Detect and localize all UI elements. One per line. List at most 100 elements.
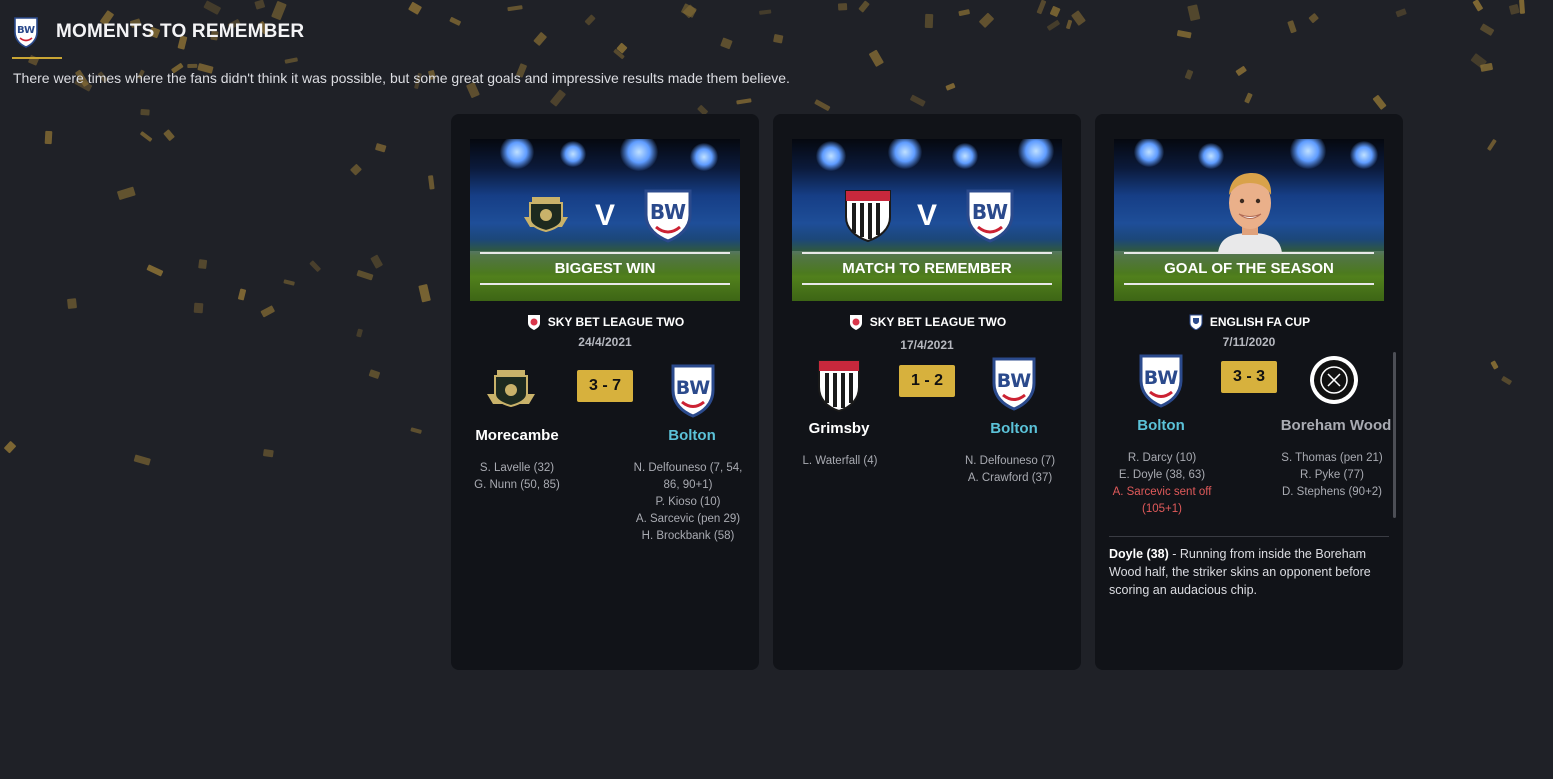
banner-label: MATCH TO REMEMBER bbox=[842, 260, 1012, 277]
bolton-crest-icon: BW bbox=[966, 189, 1014, 243]
scorer: S. Thomas (pen 21) bbox=[1281, 452, 1383, 464]
confetti-piece bbox=[309, 259, 321, 272]
confetti-piece bbox=[1490, 360, 1499, 370]
confetti-piece bbox=[284, 57, 299, 64]
confetti-piece bbox=[1176, 30, 1192, 39]
confetti-piece bbox=[1184, 69, 1194, 80]
confetti-piece bbox=[924, 13, 934, 29]
confetti-piece bbox=[549, 89, 566, 107]
away-scorers: N. Delfouneso (7) A. Crawford (37) bbox=[947, 453, 1073, 487]
home-scorers: L. Waterfall (4) bbox=[773, 453, 907, 470]
confetti-piece bbox=[719, 37, 733, 50]
home-team-name[interactable]: Morecambe bbox=[451, 427, 587, 444]
competition-row: ENGLISH FA CUP bbox=[1095, 313, 1403, 331]
banner-label: BIGGEST WIN bbox=[554, 260, 656, 277]
confetti-piece bbox=[410, 426, 423, 434]
confetti-piece bbox=[1519, 0, 1526, 14]
confetti-piece bbox=[613, 48, 626, 60]
confetti-piece bbox=[44, 130, 52, 144]
away-team-name[interactable]: Boreham Wood bbox=[1266, 417, 1403, 434]
home-team-name[interactable]: Grimsby bbox=[773, 420, 909, 437]
scorer: S. Lavelle (32) bbox=[479, 462, 555, 474]
confetti-piece bbox=[1287, 19, 1298, 34]
scrollbar[interactable] bbox=[1393, 352, 1396, 518]
scorer: A. Crawford (37) bbox=[967, 472, 1053, 484]
confetti-piece bbox=[193, 302, 205, 314]
confetti-piece bbox=[349, 163, 362, 176]
morecambe-crest-icon bbox=[487, 370, 535, 408]
confetti-piece bbox=[868, 49, 884, 68]
page-subtitle: There were times where the fans didn't t… bbox=[13, 70, 790, 86]
home-scorers: R. Darcy (10) E. Doyle (38, 63) A. Sarce… bbox=[1095, 450, 1229, 518]
confetti-piece bbox=[944, 83, 955, 91]
goal-scorer[interactable]: Doyle (38) bbox=[1109, 547, 1169, 561]
confetti-piece bbox=[408, 1, 423, 15]
scorer: N. Delfouneso (7) bbox=[964, 455, 1056, 467]
scorer: H. Brockbank (58) bbox=[641, 530, 735, 542]
league-two-icon bbox=[527, 314, 540, 330]
match-date: 17/4/2021 bbox=[900, 338, 954, 352]
confetti-piece bbox=[355, 270, 374, 281]
sent-off-note: A. Sarcevic sent off (105+1) bbox=[1112, 486, 1212, 515]
confetti-piece bbox=[1234, 66, 1247, 77]
stadium-banner: GOAL OF THE SEASON bbox=[1114, 139, 1384, 301]
fa-cup-icon bbox=[1189, 314, 1203, 330]
confetti-piece bbox=[1480, 23, 1495, 36]
divider bbox=[1109, 536, 1389, 537]
confetti-piece bbox=[1244, 92, 1253, 104]
moment-card-match-to-remember[interactable]: V BW MATCH TO REMEMBER SKY BET LEAGUE TW… bbox=[773, 114, 1081, 670]
score-badge: 3 - 3 bbox=[1221, 361, 1277, 393]
stadium-banner: V BW BIGGEST WIN bbox=[470, 139, 740, 301]
confetti-piece bbox=[355, 328, 363, 339]
scorer: G. Nunn (50, 85) bbox=[474, 479, 560, 491]
confetti-piece bbox=[736, 98, 753, 105]
svg-text:BW: BW bbox=[17, 25, 35, 36]
confetti-piece bbox=[428, 175, 435, 191]
scorer: E. Doyle (38, 63) bbox=[1118, 469, 1206, 481]
competition-row: SKY BET LEAGUE TWO bbox=[451, 313, 759, 331]
scorer: N. Delfouneso (7, 54, 86, 90+1) bbox=[633, 462, 743, 491]
confetti-piece bbox=[449, 17, 462, 27]
confetti-piece bbox=[1187, 4, 1201, 22]
confetti-piece bbox=[532, 31, 548, 47]
confetti-piece bbox=[374, 142, 387, 153]
moment-card-goal-of-the-season[interactable]: GOAL OF THE SEASON ENGLISH FA CUP 7/11/2… bbox=[1095, 114, 1403, 670]
home-scorers: S. Lavelle (32) G. Nunn (50, 85) bbox=[451, 460, 584, 494]
confetti-piece bbox=[370, 255, 383, 269]
confetti-piece bbox=[1047, 19, 1061, 31]
grimsby-crest-icon bbox=[818, 360, 860, 413]
away-team-name[interactable]: Bolton bbox=[944, 420, 1081, 437]
moment-card-biggest-win[interactable]: V BW BIGGEST WIN SKY BET LEAGUE TWO 24/4… bbox=[451, 114, 759, 670]
versus-label: V bbox=[594, 199, 615, 232]
confetti-piece bbox=[1472, 0, 1484, 12]
svg-text:BW: BW bbox=[1144, 367, 1178, 389]
away-scorers: S. Thomas (pen 21) R. Pyke (77) D. Steph… bbox=[1269, 450, 1395, 501]
bolton-crest-icon: BW bbox=[671, 364, 715, 418]
home-team-name[interactable]: Bolton bbox=[1095, 417, 1231, 434]
boreham-wood-crest-icon bbox=[1310, 356, 1358, 404]
scorer: L. Waterfall (4) bbox=[802, 455, 878, 467]
confetti-piece bbox=[616, 42, 628, 54]
score-badge: 1 - 2 bbox=[899, 365, 955, 397]
confetti-piece bbox=[1470, 52, 1488, 69]
versus-label: V bbox=[916, 199, 937, 232]
scorer: P. Kioso (10) bbox=[655, 496, 721, 508]
league-two-icon bbox=[849, 314, 862, 330]
page-title: MOMENTS TO REMEMBER bbox=[56, 21, 305, 42]
confetti-piece bbox=[910, 94, 927, 107]
confetti-piece bbox=[270, 0, 287, 21]
confetti-piece bbox=[584, 14, 597, 26]
confetti-piece bbox=[1395, 8, 1408, 18]
away-team-name[interactable]: Bolton bbox=[622, 427, 759, 444]
goal-description: Doyle (38) - Running from inside the Bor… bbox=[1109, 545, 1389, 599]
competition-row: SKY BET LEAGUE TWO bbox=[773, 313, 1081, 331]
confetti-piece bbox=[163, 129, 176, 142]
confetti-piece bbox=[958, 9, 971, 16]
confetti-piece bbox=[1049, 5, 1061, 18]
confetti-piece bbox=[418, 284, 431, 303]
confetti-piece bbox=[1509, 4, 1521, 15]
scorer: A. Sarcevic (pen 29) bbox=[635, 513, 741, 525]
svg-text:BW: BW bbox=[650, 200, 686, 224]
confetti-piece bbox=[254, 0, 265, 10]
bolton-crest-icon: BW bbox=[644, 189, 692, 243]
